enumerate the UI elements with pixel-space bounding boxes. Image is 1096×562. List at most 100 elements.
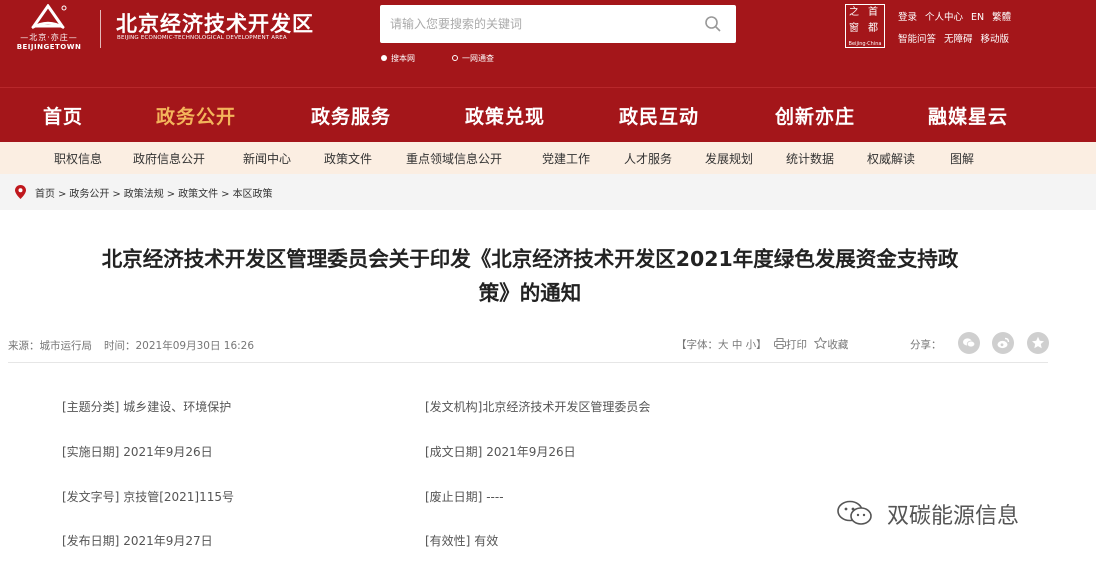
meta-divider — [8, 362, 1048, 363]
breadcrumb-item[interactable]: 本区政策 — [233, 189, 273, 200]
search-scope-site[interactable]: 搜本网 — [381, 53, 415, 64]
english-link[interactable]: EN — [971, 12, 984, 23]
field-written-date: [成文日期] 2021年9月26日 — [425, 443, 576, 460]
field-label: [有效性] — [425, 534, 471, 548]
field-value: 2021年9月27日 — [123, 534, 213, 548]
field-value: 京技管[2021]115号 — [123, 490, 235, 504]
search-input[interactable] — [390, 14, 690, 34]
sub-nav-item[interactable]: 重点领域信息公开 — [406, 150, 502, 167]
logo-english-text: BEIJINGETOWN — [16, 43, 82, 51]
sub-nav-item[interactable]: 权威解读 — [867, 150, 915, 167]
nav-item-home[interactable]: 首页 — [43, 102, 83, 129]
print-icon — [774, 338, 787, 349]
search-scope-all[interactable]: 一网通查 — [452, 53, 494, 64]
capital-glyph: 窗 — [849, 23, 859, 34]
weibo-share-button[interactable] — [992, 332, 1014, 354]
site-title[interactable]: 北京经济技术开发区 — [116, 8, 314, 38]
star-share-icon — [1032, 336, 1044, 349]
print-label: 打印 — [786, 339, 808, 351]
field-label: [废止日期] — [425, 490, 483, 504]
field-value: 城乡建设、环境保护 — [123, 400, 232, 414]
nav-item-innovation-yizhuang[interactable]: 创新亦庄 — [775, 102, 855, 129]
wechat-share-button[interactable] — [958, 332, 980, 354]
smart-qa-link[interactable]: 智能问答 — [898, 34, 936, 45]
field-label: [发文字号] — [62, 490, 120, 504]
search-icon[interactable] — [704, 15, 722, 33]
field-validity: [有效性] 有效 — [425, 532, 498, 549]
article-title-line1: 北京经济技术开发区管理委员会关于印发《北京经济技术开发区2021年度绿色发展资金… — [101, 247, 959, 271]
wechat-icon — [963, 338, 976, 348]
search-box — [380, 5, 736, 43]
radio-selected-icon — [381, 55, 387, 61]
favorite-button[interactable]: 收藏 — [813, 336, 849, 352]
field-label: [实施日期] — [62, 445, 120, 459]
breadcrumb-item[interactable]: 政务公开 — [69, 189, 109, 200]
breadcrumb-item[interactable]: 政策文件 — [178, 189, 218, 200]
article-title-line2: 策》的通知 — [478, 281, 582, 305]
favorite-label: 收藏 — [827, 339, 849, 351]
radio-unselected-icon — [452, 55, 458, 61]
article-meta: 来源：城市运行局 时间：2021年09月30日 16:26 — [8, 338, 254, 353]
logo-chinese-text: —北京·亦庄— — [20, 33, 78, 42]
nav-item-media[interactable]: 融媒星云 — [928, 102, 1008, 129]
capital-glyph: 之 — [849, 7, 859, 18]
weibo-icon — [997, 337, 1010, 349]
field-effective-date: [实施日期] 2021年9月26日 — [62, 443, 213, 460]
breadcrumb-item[interactable]: 首页 — [35, 189, 55, 200]
capital-glyph: 首 — [868, 7, 878, 18]
sub-nav-item[interactable]: 统计数据 — [786, 150, 834, 167]
nav-item-gov-services[interactable]: 政务服务 — [311, 102, 391, 129]
wechat-icon — [837, 500, 872, 525]
sub-nav-item[interactable]: 政府信息公开 — [133, 150, 205, 167]
site-subtitle: BEIJING ECONOMIC-TECHNOLOGICAL DEVELOPME… — [117, 35, 287, 41]
sub-nav-item[interactable]: 人才服务 — [624, 150, 672, 167]
nav-item-gov-affairs-open[interactable]: 政务公开 — [156, 102, 236, 129]
share-label: 分享： — [910, 339, 942, 351]
breadcrumb-item[interactable]: 政策法规 — [124, 189, 164, 200]
main-nav: 首页 政务公开 政务服务 政策兑现 政民互动 创新亦庄 融媒星云 — [0, 87, 1096, 142]
field-value: ---- — [486, 490, 504, 504]
field-publish-date: [发布日期] 2021年9月27日 — [62, 532, 213, 549]
sub-nav-item[interactable]: 职权信息 — [54, 150, 102, 167]
location-pin-icon — [15, 185, 26, 199]
mobile-version-link[interactable]: 移动版 — [981, 34, 1010, 45]
etown-emblem-icon — [31, 4, 67, 30]
user-links: 登录 个人中心 EN 繁體 — [898, 9, 1019, 23]
print-button[interactable]: 打印 — [774, 337, 807, 352]
star-share-button[interactable] — [1027, 332, 1049, 354]
article-tools: 【字体：大 中 小】 打印 收藏 — [676, 336, 852, 352]
nav-item-interaction[interactable]: 政民互动 — [619, 102, 699, 129]
breadcrumb: 首页 > 政务公开 > 政策法规 > 政策文件 > 本区政策 — [35, 189, 273, 200]
breadcrumb-bar: 首页 > 政务公开 > 政策法规 > 政策文件 > 本区政策 — [0, 174, 1096, 210]
sub-nav-item[interactable]: 图解 — [950, 150, 974, 167]
beijing-etown-logo[interactable]: —北京·亦庄— BEIJINGETOWN — [6, 2, 98, 60]
field-value: 2021年9月26日 — [486, 445, 576, 459]
field-repeal-date: [废止日期] ---- — [425, 488, 504, 505]
traditional-chinese-link[interactable]: 繁體 — [992, 12, 1011, 23]
watermark: 双碳能源信息 — [835, 498, 1019, 532]
capital-window-logo[interactable]: 之 首 窗 都 Beijing·China — [845, 4, 885, 48]
sub-nav-item[interactable]: 发展规划 — [705, 150, 753, 167]
field-issuer: [发文机构]北京经济技术开发区管理委员会 — [425, 398, 650, 415]
article-time: 时间：2021年09月30日 16:26 — [104, 340, 255, 352]
article-title: 北京经济技术开发区管理委员会关于印发《北京经济技术开发区2021年度绿色发展资金… — [0, 242, 1060, 310]
sub-nav: 职权信息 政府信息公开 新闻中心 政策文件 重点领域信息公开 党建工作 人才服务… — [0, 142, 1096, 174]
header-divider — [100, 10, 101, 48]
field-label: [发文机构] — [425, 400, 483, 414]
sub-nav-item[interactable]: 新闻中心 — [243, 150, 291, 167]
field-subject: [主题分类] 城乡建设、环境保护 — [62, 398, 231, 415]
search-scope-site-label: 搜本网 — [391, 54, 415, 63]
personal-center-link[interactable]: 个人中心 — [925, 12, 963, 23]
search-scope-all-label: 一网通查 — [462, 54, 494, 63]
article-source: 来源：城市运行局 — [8, 340, 92, 352]
capital-logo-label: Beijing·China — [848, 41, 882, 47]
sub-nav-item[interactable]: 政策文件 — [324, 150, 372, 167]
sub-nav-item[interactable]: 党建工作 — [542, 150, 590, 167]
field-value: 北京经济技术开发区管理委员会 — [482, 400, 651, 414]
accessibility-link[interactable]: 无障碍 — [944, 34, 973, 45]
font-size-selector[interactable]: 【字体：大 中 小】 — [676, 337, 767, 352]
field-document-number: [发文字号] 京技管[2021]115号 — [62, 488, 234, 505]
field-label: [成文日期] — [425, 445, 483, 459]
nav-item-policy-redemption[interactable]: 政策兑现 — [465, 102, 545, 129]
login-link[interactable]: 登录 — [898, 12, 917, 23]
